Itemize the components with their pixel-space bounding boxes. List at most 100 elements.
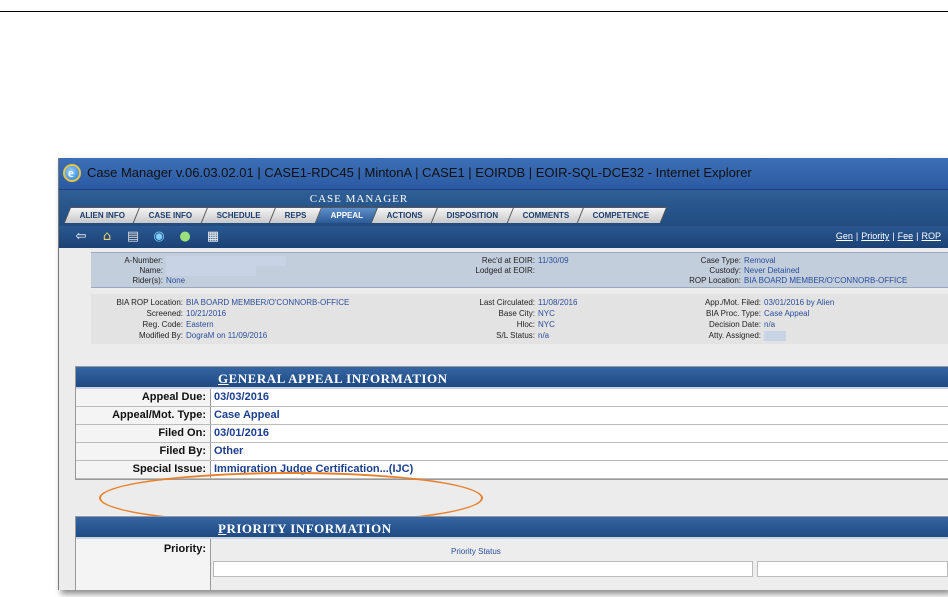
- back-arrow-icon[interactable]: ⇦: [73, 230, 89, 244]
- rop-location-label: ROP Location:: [689, 276, 741, 285]
- appeal-row: Appeal/Mot. Type: Case Appeal: [76, 407, 948, 425]
- decision-value: n/a: [764, 320, 776, 329]
- notes-icon[interactable]: ▦: [205, 230, 221, 244]
- tab-case-info[interactable]: CASE INFO: [133, 207, 212, 223]
- general-appeal-heading-initial: G: [218, 371, 229, 386]
- case-manager-app: CASE MANAGER ALIEN INFO CASE INFO SCHEDULE…: [59, 190, 948, 590]
- priority-label: Priority:: [163, 543, 206, 555]
- priority-status-header: Priority Status: [451, 547, 501, 556]
- app-filed-label: App./Mot. Filed:: [704, 298, 761, 307]
- tab-label: COMMENTS: [522, 211, 570, 220]
- general-appeal-heading: GENERAL APPEAL INFORMATION: [76, 367, 948, 389]
- proc-type-value: Case Appeal: [764, 309, 810, 318]
- appeal-row: Appeal Due: 03/03/2016: [76, 389, 948, 407]
- tab-alien-info[interactable]: ALIEN INFO: [63, 207, 144, 223]
- priority-heading-text: RIORITY INFORMATION: [226, 521, 392, 536]
- bia-rop-label: BIA ROP Location:: [116, 298, 183, 307]
- reg-code-label: Reg. Code:: [142, 320, 183, 329]
- tab-schedule[interactable]: SCHEDULE: [200, 207, 280, 223]
- last-circ-label: Last Circulated:: [479, 298, 535, 307]
- recd-label: Rec'd at EOIR:: [481, 256, 535, 265]
- case-type-label: Case Type:: [700, 256, 741, 265]
- tab-label: COMPETENCE: [593, 211, 650, 220]
- priority-status-field[interactable]: [213, 561, 753, 577]
- appeal-row-label: Appeal/Mot. Type:: [112, 409, 206, 421]
- screened-label: Screened:: [146, 309, 183, 318]
- priority-heading: PRIORITY INFORMATION: [76, 517, 948, 539]
- case-summary-panel: A-Number: Name: Rider(s): None Rec'd at E…: [91, 252, 948, 288]
- appeal-row-label: Filed By:: [159, 445, 206, 457]
- screened-value: 10/21/2016: [186, 309, 227, 318]
- atty-label: Atty. Assigned:: [708, 331, 761, 341]
- gen-link[interactable]: Gen: [836, 231, 853, 241]
- bia-info-panel: BIA ROP Location: BIA BOARD MEMBER/O'CONN…: [91, 294, 948, 344]
- modified-label: Modified By:: [138, 331, 183, 340]
- sl-status-label: S/L Status:: [496, 331, 535, 340]
- tab-label: DISPOSITION: [446, 211, 499, 220]
- reg-code-value: Eastern: [186, 320, 214, 329]
- hloc-value: NYC: [538, 320, 555, 329]
- appeal-row-value[interactable]: 03/01/2016: [210, 425, 948, 442]
- hloc-label: Hloc:: [516, 320, 535, 329]
- custody-value: Never Detained: [744, 266, 800, 275]
- priority-section: PRIORITY INFORMATION Priority: Priority …: [75, 516, 948, 590]
- toolbar: ⇦ ⌂ ▤ ◉ ● ▦ Gen | Priority | Fee | ROP: [59, 226, 948, 248]
- appeal-row: Filed On: 03/01/2016: [76, 425, 948, 443]
- app-title: CASE MANAGER: [309, 193, 409, 205]
- bia-rop-value: BIA BOARD MEMBER/O'CONNORB-OFFICE: [186, 298, 350, 307]
- home-icon[interactable]: ⌂: [99, 230, 115, 244]
- case-type-value: Removal: [744, 256, 776, 265]
- internet-explorer-icon: e: [63, 164, 81, 182]
- window-titlebar: e Case Manager v.06.03.02.01 | CASE1-RDC…: [59, 158, 948, 190]
- general-appeal-heading-text: ENERAL APPEAL INFORMATION: [228, 371, 448, 386]
- appeal-row-value[interactable]: Other: [210, 443, 948, 460]
- name-label: Name:: [139, 266, 163, 276]
- appeal-row-value[interactable]: 03/03/2016: [210, 389, 948, 406]
- a-number-label: A-Number:: [124, 256, 163, 266]
- lodged-label: Lodged at EOIR:: [475, 266, 535, 275]
- tab-label: ALIEN INFO: [79, 211, 125, 220]
- recd-value: 11/30/09: [538, 256, 569, 265]
- location-pin-icon[interactable]: ●: [177, 230, 193, 244]
- appeal-row-label: Special Issue:: [132, 463, 206, 475]
- riders-label: Rider(s):: [132, 276, 163, 285]
- toolbar-links: Gen | Priority | Fee | ROP: [835, 231, 941, 241]
- browser-window: e Case Manager v.06.03.02.01 | CASE1-RDC…: [58, 158, 948, 590]
- tab-bar: ALIEN INFO CASE INFO SCHEDULE REPS APPEAL ACT…: [63, 207, 669, 224]
- rop-link[interactable]: ROP: [921, 231, 941, 241]
- tab-label: ACTIONS: [386, 211, 423, 220]
- fee-link[interactable]: Fee: [898, 231, 914, 241]
- appeal-row-value[interactable]: Case Appeal: [210, 407, 948, 424]
- window-title: Case Manager v.06.03.02.01 | CASE1-RDC45…: [87, 165, 752, 180]
- atty-redacted: [764, 331, 786, 341]
- tab-label: APPEAL: [330, 211, 363, 220]
- priority-extra-field[interactable]: [757, 561, 948, 577]
- app-filed-value: 03/01/2016 by Alien: [764, 298, 835, 307]
- rop-location-value: BIA BOARD MEMBER/O'CONNORB-OFFICE: [744, 276, 908, 285]
- base-city-label: Base City:: [498, 309, 535, 318]
- decision-label: Decision Date:: [708, 320, 761, 329]
- tab-disposition[interactable]: DISPOSITION: [430, 207, 517, 223]
- riders-value: None: [166, 276, 186, 285]
- tab-competence[interactable]: COMPETENCE: [577, 207, 669, 223]
- last-circ-value: 11/08/2016: [538, 298, 578, 307]
- proc-type-label: BIA Proc. Type:: [706, 309, 761, 318]
- print-icon[interactable]: ▤: [125, 230, 141, 244]
- tab-label: SCHEDULE: [216, 211, 261, 220]
- general-appeal-section: GENERAL APPEAL INFORMATION Appeal Due: 03…: [75, 366, 948, 480]
- name-redacted: [166, 266, 256, 276]
- appeal-row-label: Filed On:: [158, 427, 206, 439]
- tab-comments[interactable]: COMMENTS: [506, 207, 588, 223]
- appeal-row-label: Appeal Due:: [141, 391, 206, 403]
- priority-link[interactable]: Priority: [861, 231, 889, 241]
- priority-box: Priority Status: [210, 539, 948, 590]
- a-number-redacted: [166, 256, 286, 266]
- sl-status-value: n/a: [538, 331, 550, 340]
- base-city-value: NYC: [538, 309, 555, 318]
- search-icon[interactable]: ◉: [151, 230, 167, 244]
- page-top-rule: [0, 0, 948, 12]
- priority-row: Priority: Priority Status: [76, 539, 948, 590]
- custody-label: Custody:: [709, 266, 741, 275]
- appeal-row: Filed By: Other: [76, 443, 948, 461]
- tab-label: REPS: [284, 211, 307, 220]
